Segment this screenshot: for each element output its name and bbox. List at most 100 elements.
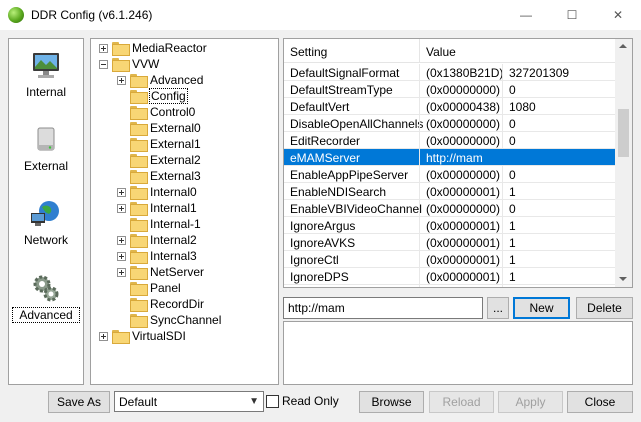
- setting-decimal-cell: 0: [509, 83, 516, 97]
- folder-icon: [130, 298, 148, 312]
- setting-name-cell: IgnoreDPS: [290, 270, 349, 284]
- setting-value-cell: (0x00000000): [426, 168, 501, 182]
- setting-name-cell: EnableAppPipeServer: [290, 168, 409, 182]
- setting-decimal-cell: 0: [509, 202, 516, 216]
- tree-item-internal2[interactable]: Internal2: [117, 232, 198, 248]
- table-row[interactable]: EnableAppPipeServer (0x00000000) 0: [284, 166, 615, 183]
- expand-icon[interactable]: [117, 187, 126, 197]
- tree-item-internal1[interactable]: Internal1: [117, 200, 198, 216]
- table-row[interactable]: IgnoreDS... (0x00000001) 1: [284, 285, 615, 288]
- checkbox-box[interactable]: [266, 394, 279, 408]
- settings-grid[interactable]: Setting Value DefaultSignalFormat (0x1380…: [283, 38, 633, 288]
- column-header-setting[interactable]: Setting: [290, 45, 327, 59]
- column-header-value[interactable]: Value: [426, 45, 456, 59]
- grid-header: Setting Value: [284, 39, 615, 63]
- setting-decimal-cell: 327201309: [509, 66, 570, 80]
- tree-item-internal0[interactable]: Internal0: [117, 184, 198, 200]
- nav-label: Network: [23, 233, 68, 247]
- nav-label: Advanced: [19, 308, 73, 322]
- monitor-icon: [29, 51, 63, 81]
- tree-item-external2[interactable]: External2: [117, 152, 202, 168]
- setting-name-cell: DefaultStreamType: [290, 83, 393, 97]
- expand-icon[interactable]: [117, 75, 126, 85]
- expand-icon[interactable]: [117, 235, 126, 245]
- nav-item-external[interactable]: External: [12, 117, 80, 187]
- tree-item-config[interactable]: Config: [117, 88, 188, 104]
- table-row[interactable]: EnableNDISearch (0x00000001) 1: [284, 183, 615, 200]
- save-as-button[interactable]: Save As: [48, 391, 110, 413]
- setting-name-cell: IgnoreArgus: [290, 219, 356, 233]
- expand-icon[interactable]: [117, 251, 126, 261]
- setting-value-cell: (0x00000001): [426, 253, 501, 267]
- nav-label: External: [23, 159, 69, 173]
- table-row[interactable]: eMAMServer http://mam: [284, 149, 615, 166]
- browse-button[interactable]: Browse: [359, 391, 424, 413]
- setting-name-cell: DefaultVert: [290, 100, 350, 114]
- expand-icon[interactable]: [99, 331, 108, 341]
- tree-item-control0[interactable]: Control0: [117, 104, 196, 120]
- setting-decimal-cell: 1080: [509, 100, 536, 114]
- tree-item-virtualsdi[interactable]: VirtualSDI: [99, 328, 187, 344]
- setting-value-cell: (0x1380B21D): [426, 66, 504, 80]
- tree-item-external1[interactable]: External1: [117, 136, 202, 152]
- table-row[interactable]: EditRecorder (0x00000000) 0: [284, 132, 615, 149]
- setting-name-cell: eMAMServer: [290, 151, 361, 165]
- apply-button[interactable]: Apply: [498, 391, 563, 413]
- value-input[interactable]: http://mam: [283, 297, 483, 319]
- setting-decimal-cell: 1: [509, 236, 516, 250]
- new-button[interactable]: New: [513, 297, 570, 319]
- scroll-up-icon[interactable]: [619, 44, 627, 48]
- table-row[interactable]: DefaultStreamType (0x00000000) 0: [284, 81, 615, 98]
- maximize-button[interactable]: ☐: [549, 0, 595, 30]
- expand-icon[interactable]: [117, 267, 126, 277]
- tree-item-mediareactor[interactable]: MediaReactor: [99, 40, 208, 56]
- tree-item-external0[interactable]: External0: [117, 120, 202, 136]
- delete-button[interactable]: Delete: [576, 297, 633, 319]
- tree-item-syncchannel[interactable]: SyncChannel: [117, 312, 222, 328]
- tree-item-external3[interactable]: External3: [117, 168, 202, 184]
- reload-button[interactable]: Reload: [429, 391, 494, 413]
- close-window-button[interactable]: ✕: [595, 0, 641, 30]
- scroll-down-icon[interactable]: [619, 277, 627, 281]
- setting-value-cell: (0x00000000): [426, 117, 501, 131]
- tree-item-internal3[interactable]: Internal3: [117, 248, 198, 264]
- setting-value-cell: (0x00000000): [426, 83, 501, 97]
- nav-item-advanced[interactable]: Advanced: [12, 265, 80, 335]
- folder-icon: [130, 170, 148, 184]
- profile-select-value: Default: [119, 395, 158, 409]
- drive-icon: [29, 125, 63, 155]
- tree-item-netserver[interactable]: NetServer: [117, 264, 205, 280]
- collapse-icon[interactable]: [99, 59, 108, 69]
- nav-item-internal[interactable]: Internal: [12, 43, 80, 113]
- table-row[interactable]: DisableOpenAllChannels (0x00000000) 0: [284, 115, 615, 132]
- table-row[interactable]: DefaultVert (0x00000438) 1080: [284, 98, 615, 115]
- vertical-scrollbar[interactable]: [615, 39, 632, 287]
- tree-item-recorddir[interactable]: RecordDir: [117, 296, 205, 312]
- setting-decimal-cell: 1: [509, 270, 516, 284]
- table-row[interactable]: IgnoreArgus (0x00000001) 1: [284, 217, 615, 234]
- expand-icon[interactable]: [99, 43, 108, 53]
- profile-select[interactable]: Default ▼: [114, 391, 264, 412]
- expand-icon[interactable]: [117, 203, 126, 213]
- folder-icon: [130, 122, 148, 136]
- close-button[interactable]: Close: [567, 391, 633, 413]
- table-row[interactable]: EnableVBIVideoChannel (0x00000000) 0: [284, 200, 615, 217]
- tree-item-vvw[interactable]: VVW: [99, 56, 160, 72]
- setting-decimal-cell: 1: [509, 287, 516, 288]
- table-row[interactable]: IgnoreAVKS (0x00000001) 1: [284, 234, 615, 251]
- minimize-button[interactable]: —: [503, 0, 549, 30]
- table-row[interactable]: IgnoreCtl (0x00000001) 1: [284, 251, 615, 268]
- browse-value-button[interactable]: ...: [487, 297, 509, 319]
- folder-icon: [112, 330, 130, 344]
- settings-tree[interactable]: MediaReactor VVW Advanced Config Control…: [90, 38, 279, 385]
- tree-item-panel[interactable]: Panel: [117, 280, 182, 296]
- nav-item-network[interactable]: Network: [12, 191, 80, 261]
- folder-icon: [130, 154, 148, 168]
- tree-item-advanced[interactable]: Advanced: [117, 72, 204, 88]
- read-only-checkbox[interactable]: Read Only: [266, 394, 339, 408]
- table-row[interactable]: DefaultSignalFormat (0x1380B21D) 327201309: [284, 64, 615, 81]
- table-row[interactable]: IgnoreDPS (0x00000001) 1: [284, 268, 615, 285]
- tree-item-internal-minus1[interactable]: Internal-1: [117, 216, 202, 232]
- scroll-thumb[interactable]: [618, 109, 629, 157]
- setting-name-cell: EnableVBIVideoChannel: [290, 202, 422, 216]
